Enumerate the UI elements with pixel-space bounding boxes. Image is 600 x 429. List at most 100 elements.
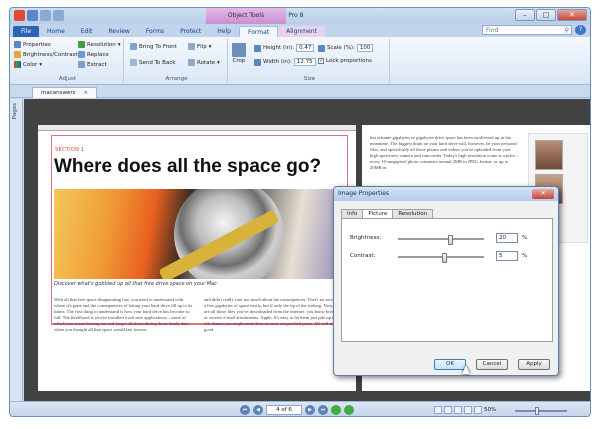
find-input[interactable]: Find ⚲ [482, 25, 572, 35]
brightness-slider-thumb[interactable] [447, 235, 453, 245]
contrast-input[interactable]: 5 [496, 251, 518, 261]
tab-format[interactable]: Format [238, 26, 279, 37]
redo-icon[interactable] [53, 10, 64, 21]
fit-width-icon[interactable] [474, 406, 482, 414]
tab-protect[interactable]: Protect [172, 26, 209, 37]
zoom-level: 50% [484, 407, 497, 413]
image-caption: Discover what's gobbled up all that free… [54, 281, 217, 287]
undo-icon[interactable] [40, 10, 51, 21]
object-tools-context-label: Object Tools [206, 8, 286, 24]
rotate-button[interactable]: Rotate ▾ [188, 59, 220, 66]
pages-pane[interactable]: Pages [10, 99, 23, 401]
lock-proportions-row[interactable]: ✓ Lock proportions [318, 58, 372, 64]
pages-pane-label: Pages [12, 103, 18, 120]
replace-button[interactable]: Replace [78, 51, 109, 58]
contrast-unit: % [522, 253, 528, 259]
bring-to-front-button[interactable]: Bring To Front [130, 43, 177, 50]
crop-button[interactable]: Crop [232, 43, 246, 64]
dialog-close-button[interactable]: ✕ [532, 189, 554, 199]
lock-proportions-checkbox[interactable]: ✓ [318, 58, 324, 64]
continuous-view-icon[interactable] [444, 406, 452, 414]
facing-view-icon[interactable] [454, 406, 462, 414]
go-back-icon[interactable] [331, 405, 341, 415]
height-icon [254, 44, 261, 52]
tab-review[interactable]: Review [100, 26, 137, 37]
close-button[interactable]: ✕ [557, 9, 587, 21]
image-properties-dialog: Image Properties ✕ Info Picture Resoluti… [333, 186, 559, 376]
save-icon[interactable] [27, 10, 38, 21]
chevron-down-icon: ▾ [39, 61, 43, 68]
chevron-down-icon: ▾ [208, 43, 212, 50]
chevron-down-icon: ▾ [217, 59, 220, 66]
properties-icon [14, 41, 21, 48]
send-to-back-button[interactable]: Send To Back [130, 59, 176, 66]
adjust-group-label: Adjust [58, 76, 77, 82]
brightness-input[interactable]: 20 [496, 233, 518, 243]
crop-icon [232, 43, 246, 57]
document-page-left: SECTION 1 Where does all the space go? D… [38, 125, 356, 391]
page-navigation: ⏮ ◀ 4 of 6 ▶ ⏭ [240, 405, 354, 415]
width-input[interactable]: 12.75 [293, 58, 316, 66]
flip-button[interactable]: Flip ▾ [188, 43, 211, 50]
go-forward-icon[interactable] [344, 405, 354, 415]
tab-help[interactable]: Help [209, 26, 239, 37]
page-number-input[interactable]: 4 of 6 [266, 405, 302, 415]
resolution-button[interactable]: Resolution ▾ [78, 41, 121, 48]
tab-edit[interactable]: Edit [73, 26, 101, 37]
scale-icon [318, 44, 325, 52]
ribbon: Properties Brightness/Contrast Color ▾ Re… [10, 37, 590, 85]
nitro-logo-icon[interactable] [14, 10, 25, 21]
flip-icon [188, 43, 195, 50]
size-group-label: Size [303, 76, 316, 82]
tab-alignment[interactable]: Alignment [278, 26, 325, 37]
extract-icon [78, 61, 85, 68]
extract-button[interactable]: Extract [78, 61, 107, 68]
last-page-icon[interactable]: ⏭ [318, 405, 328, 415]
maximize-button[interactable]: □ [536, 9, 556, 21]
zoom-slider-thumb[interactable] [535, 407, 539, 415]
view-mode-icons [434, 406, 482, 414]
brightness-slider[interactable] [398, 235, 484, 245]
title-bar: macanswers.pdf - Nitro Pro 8 Object Tool… [10, 8, 590, 24]
scale-input[interactable]: 100 [356, 44, 374, 52]
single-page-view-icon[interactable] [434, 406, 442, 414]
properties-button[interactable]: Properties [14, 41, 51, 48]
tab-home[interactable]: Home [39, 26, 73, 37]
brightness-row: Brightness: 20 % [350, 233, 527, 245]
fit-page-icon[interactable] [464, 406, 472, 414]
brightness-contrast-button[interactable]: Brightness/Contrast [14, 51, 78, 58]
resolution-icon [78, 41, 85, 48]
width-field-row: Width (in): 12.75 [254, 58, 316, 66]
article-column-3: but reframe gigabytes or gigabytes drive… [370, 135, 519, 170]
document-tab[interactable]: macanswers × [32, 87, 98, 98]
zoom-slider[interactable] [515, 407, 567, 415]
search-icon[interactable]: ⚲ [565, 26, 569, 35]
brightness-unit: % [522, 235, 528, 241]
article-column-1: With all that free space disappearing fa… [54, 297, 193, 332]
brightness-icon [14, 51, 21, 58]
window-controls: – □ ✕ [515, 9, 587, 21]
apply-button[interactable]: Apply [518, 359, 550, 370]
help-icon[interactable]: ? [575, 25, 586, 35]
picture-panel: Brightness: 20 % Contrast: 5 % [341, 218, 553, 342]
color-icon [14, 61, 21, 68]
article-column-2: and didn't really care too much about th… [204, 297, 344, 332]
status-bar: ⏮ ◀ 4 of 6 ▶ ⏭ 50% [10, 401, 590, 416]
first-page-icon[interactable]: ⏮ [240, 405, 250, 415]
color-button[interactable]: Color ▾ [14, 61, 42, 68]
contrast-slider[interactable] [398, 253, 484, 263]
mouse-pointer-icon [462, 365, 470, 374]
tab-forms[interactable]: Forms [138, 26, 172, 37]
close-tab-icon[interactable]: × [83, 90, 88, 96]
cancel-button[interactable]: Cancel [476, 359, 508, 370]
previous-page-icon[interactable]: ◀ [253, 405, 263, 415]
tab-file[interactable]: File [13, 26, 40, 37]
page-ruler [38, 125, 356, 131]
arrange-group: Bring To Front Send To Back Flip ▾ Rotate… [126, 39, 228, 83]
photo-thumbnail [535, 140, 563, 170]
next-page-icon[interactable]: ▶ [305, 405, 315, 415]
contrast-slider-thumb[interactable] [441, 253, 447, 263]
height-input[interactable]: 0.47 [296, 44, 315, 52]
replace-icon [78, 51, 85, 58]
minimize-button[interactable]: – [515, 9, 535, 21]
